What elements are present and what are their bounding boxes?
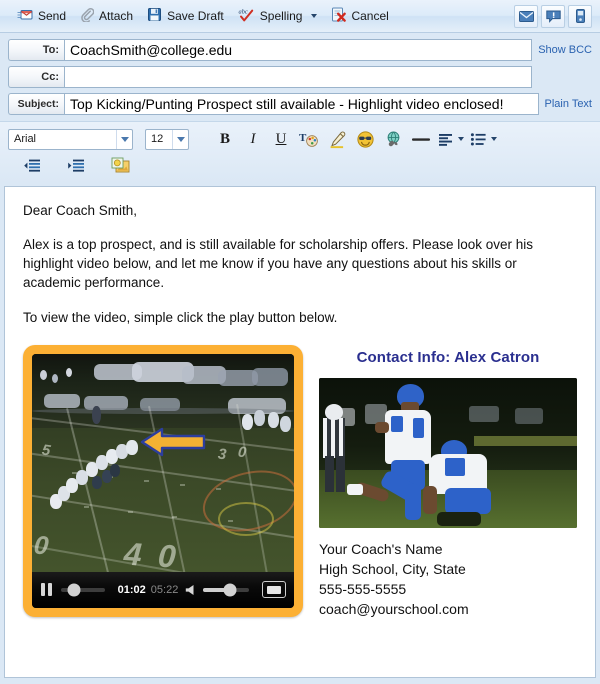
- message-text: Dear Coach Smith, Alex is a top prospect…: [5, 187, 595, 327]
- duration-time: 05:22: [150, 583, 179, 596]
- to-picker-button[interactable]: To:: [8, 39, 64, 61]
- video-column: 5 3 0 0 4 0 01:02 05:22: [23, 344, 303, 619]
- contact-info-heading: Contact Info: Alex Catron: [356, 348, 540, 366]
- format-toolbar-row-1: Arial 12 B I U T: [8, 126, 592, 152]
- message-editor[interactable]: Dear Coach Smith, Alex is a top prospect…: [4, 186, 596, 678]
- video-player[interactable]: 5 3 0 0 4 0 01:02 05:22: [23, 344, 303, 617]
- font-size-select[interactable]: 12: [145, 128, 189, 150]
- plain-text-link[interactable]: Plain Text: [539, 98, 593, 110]
- fullscreen-button[interactable]: [261, 581, 287, 599]
- emoticon-button[interactable]: [351, 127, 379, 151]
- pause-button[interactable]: [40, 583, 54, 597]
- spellcheck-abc-icon: abc: [238, 7, 255, 25]
- mobile-notify-icon[interactable]: [568, 4, 592, 28]
- save-draft-button[interactable]: Save Draft: [142, 3, 233, 29]
- kicker-photo: [319, 377, 577, 528]
- bold-button[interactable]: B: [211, 127, 239, 151]
- save-disk-icon: [147, 7, 162, 25]
- highlight-button[interactable]: [323, 127, 351, 151]
- outdent-button[interactable]: [18, 153, 46, 177]
- subject-input[interactable]: [64, 93, 539, 115]
- paperclip-icon: [80, 7, 95, 25]
- format-toolbar-row-2: [8, 152, 592, 178]
- cancel-document-x-icon: [331, 7, 347, 25]
- svg-text:abc: abc: [238, 8, 247, 15]
- volume-knob[interactable]: [223, 583, 237, 597]
- cc-row: Cc: Show BCC: [8, 66, 592, 88]
- spelling-button-label: Spelling: [259, 9, 303, 23]
- contact-name: Your Coach's Name: [319, 540, 443, 557]
- list-button[interactable]: [468, 127, 490, 151]
- seek-slider[interactable]: [60, 583, 105, 597]
- send-envelope-icon: [17, 8, 33, 25]
- cancel-button[interactable]: Cancel: [326, 3, 397, 29]
- current-time: 01:02: [117, 583, 146, 596]
- compose-email-window: Send Attach Save Draft abc Spelling Canc…: [0, 0, 600, 684]
- video-screen[interactable]: 5 3 0 0 4 0 01:02 05:22: [32, 353, 294, 608]
- volume-slider[interactable]: [203, 583, 249, 597]
- attach-button[interactable]: Attach: [75, 3, 142, 29]
- message-paragraph-2: To view the video, simple click the play…: [23, 309, 338, 325]
- contact-school: High School, City, State: [319, 560, 466, 577]
- subject-row: Subject: Plain Text: [8, 93, 592, 115]
- cc-input[interactable]: [64, 66, 533, 88]
- horizontal-rule-button[interactable]: [407, 127, 435, 151]
- font-size-value: 12: [151, 133, 164, 145]
- indent-button[interactable]: [62, 153, 90, 177]
- font-color-button[interactable]: T: [295, 127, 323, 151]
- media-columns: 5 3 0 0 4 0 01:02 05:22 Contact Info: Al…: [5, 344, 595, 619]
- chevron-down-icon: [172, 129, 188, 149]
- command-toolbar: Send Attach Save Draft abc Spelling Canc…: [0, 0, 600, 33]
- attach-button-label: Attach: [99, 9, 134, 23]
- font-family-select[interactable]: Arial: [8, 128, 133, 150]
- font-family-value: Arial: [14, 133, 37, 145]
- save-draft-button-label: Save Draft: [167, 9, 224, 23]
- chevron-down-icon[interactable]: [458, 137, 464, 141]
- contact-phone: 555-555-5555: [319, 580, 407, 597]
- video-controls: 01:02 05:22: [32, 571, 294, 608]
- highlight-arrow-annotation: [140, 426, 206, 463]
- svg-text:T: T: [299, 132, 307, 144]
- send-button-label: Send: [38, 9, 67, 23]
- toolbar-right-icon-group: [514, 4, 592, 28]
- mail-priority-icon[interactable]: [514, 4, 538, 28]
- format-toolbar: Arial 12 B I U T: [0, 121, 600, 183]
- show-bcc-link[interactable]: Show BCC: [532, 44, 592, 56]
- football-field-frame: 5 3 0 0 4 0: [32, 353, 294, 572]
- seek-knob[interactable]: [67, 583, 81, 597]
- send-button[interactable]: Send: [12, 4, 75, 29]
- speaker-icon[interactable]: [184, 584, 196, 596]
- contact-details: Your Coach's Name High School, City, Sta…: [319, 539, 577, 619]
- chevron-down-icon: [311, 14, 318, 18]
- cc-picker-button[interactable]: Cc:: [8, 66, 64, 88]
- video-time-display: 01:02 05:22: [118, 584, 179, 596]
- message-greeting: Dear Coach Smith,: [23, 203, 138, 218]
- align-button[interactable]: [435, 127, 457, 151]
- address-fields: To: Show BCC Cc: Show BCC Subject: Plain…: [0, 33, 600, 121]
- chevron-down-icon[interactable]: [491, 137, 497, 141]
- message-body-area: Dear Coach Smith, Alex is a top prospect…: [0, 183, 600, 684]
- chevron-down-icon: [116, 129, 132, 149]
- to-input[interactable]: [64, 39, 533, 61]
- contact-column: Contact Info: Alex Catron Your Coach's N…: [319, 345, 577, 619]
- spelling-button[interactable]: abc Spelling: [233, 3, 327, 29]
- contact-email: coach@yourschool.com: [319, 600, 469, 617]
- insert-image-button[interactable]: [106, 153, 134, 177]
- underline-button[interactable]: U: [267, 127, 295, 151]
- cancel-button-label: Cancel: [351, 9, 389, 23]
- to-row: To: Show BCC: [8, 39, 592, 61]
- request-receipt-icon[interactable]: [541, 4, 565, 28]
- italic-button[interactable]: I: [239, 127, 267, 151]
- insert-link-button[interactable]: [379, 127, 407, 151]
- subject-label-button[interactable]: Subject:: [8, 93, 64, 115]
- message-paragraph-1: Alex is a top prospect, and is still ava…: [23, 237, 534, 291]
